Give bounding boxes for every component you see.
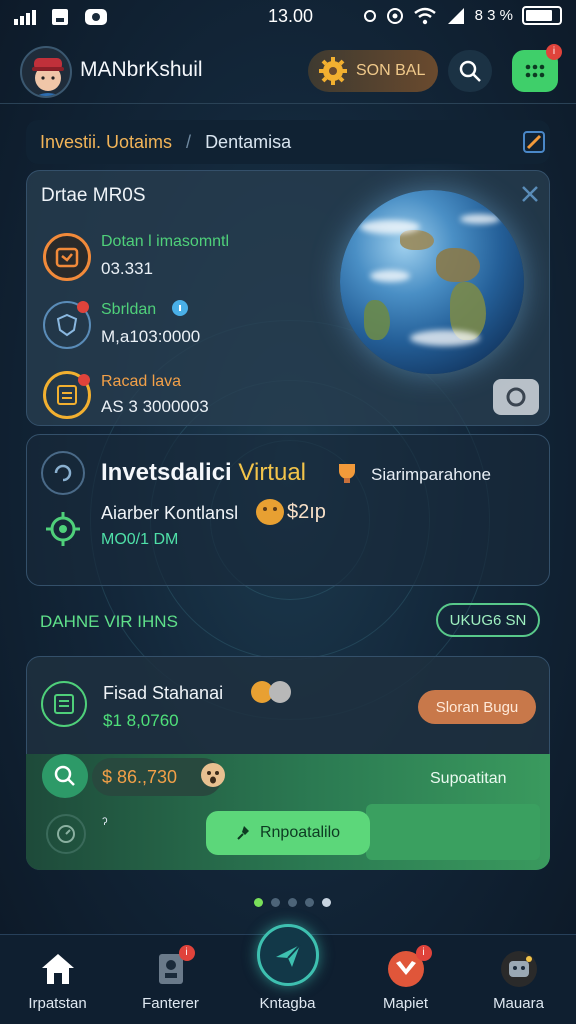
pin-icon [237,826,249,840]
app-header: MANbrKshuil SON BAL i [0,38,576,104]
apps-menu-button[interactable]: i [512,44,562,92]
nav-item-home[interactable]: Irpatstan [0,935,115,1024]
shield-badge [77,301,89,313]
pager-dots [254,898,331,907]
coin-balance-button[interactable]: SON BAL [308,50,438,92]
battery-percent: 8 3 % [474,7,513,24]
amount-value: $ 86.,730 [102,766,178,787]
shocked-emoji-icon [201,763,225,787]
notification-icon [52,9,68,25]
pager-dot-5[interactable] [322,898,331,907]
strip-panel [366,804,540,860]
small-text: ˀ [102,816,108,833]
confirm-button-label: Rnpoatalilo [259,824,341,841]
settings-gear-icon [43,509,83,549]
confirm-button[interactable]: Rnpoatalilo [206,811,370,855]
nav-center-button[interactable] [257,924,319,986]
faces-emoji-icon [251,681,291,703]
avatar[interactable] [20,46,72,98]
breadcrumb-separator: / [186,131,192,152]
home-icon [41,954,74,984]
nav-label-gifts: Mapiet [382,995,429,1012]
stat-label-1: Dotan l imasomntl [101,233,230,250]
nav-item-gifts[interactable]: i Mapiet [348,935,463,1024]
nav-label-travel: Kntagba [259,995,316,1012]
pager-dot-3[interactable] [288,898,297,907]
section-pill-button[interactable]: UKUG6 SN [436,603,540,637]
strip-label: Supoatitan [430,770,507,787]
cell-signal-icon [447,7,464,24]
invest-side-text: Siarimparahone [371,465,492,484]
amount-search-button[interactable] [42,754,88,798]
invest-subtitle-value: $2ıp [287,501,326,523]
close-icon[interactable] [519,183,541,205]
invest-title: Invetsdalici Virtual [101,459,306,487]
list-icon [41,681,87,727]
plane-icon [276,944,301,967]
status-time: 13.00 [268,6,314,26]
pager-dot-1[interactable] [254,898,263,907]
document-badge [78,374,90,386]
stat-value-2: M,a103:0000 [101,327,201,346]
stat-value-3: AS 3 3000003 [101,397,209,416]
invest-card[interactable]: Invetsdalici Virtual Siarimparahone Aiar… [26,434,550,586]
breadcrumb: Investii. Uotaims / Dentamisa [26,120,550,164]
fund-title: Fisad Stahanai [103,683,224,703]
grid-dots-icon [525,64,545,78]
wifi-icon [413,7,436,24]
edit-pencil-icon[interactable] [522,130,546,154]
fund-action-button[interactable]: Sloran Bugu [418,690,536,724]
info-drop-icon [172,300,188,316]
search-icon [459,60,481,82]
breadcrumb-item[interactable]: Dentamisa [205,132,291,153]
refresh-icon [41,451,85,495]
nav-label-profile: Fanterer [142,995,199,1012]
status-bar: 13.00 8 3 % [0,0,576,34]
nav-label-assistant: Mauara [493,995,544,1012]
invest-title-highlight: Virtual [238,459,306,486]
signal-icon [14,9,36,25]
camera-icon [85,9,107,25]
link-icon [363,9,376,22]
profile-badge: i [178,945,195,961]
earth-globe-image [340,190,524,374]
invest-metric: MO0/1 DM [101,531,179,548]
search-button[interactable] [448,50,492,92]
section-label: DAHNE VIR IHNS [40,612,178,631]
summary-title: Drtae MR0S [41,185,146,206]
invest-title-main: Invetsdalici [101,459,232,486]
history-icon[interactable] [46,814,86,854]
username: MANbrKshuil [80,58,203,81]
coin-label: SON BAL [356,62,426,79]
nav-item-profile[interactable]: i Fanterer [113,935,228,1024]
battery-icon [522,6,562,25]
stat-label-2: Sbrldan [101,301,157,318]
document-icon [43,371,91,419]
pager-dot-4[interactable] [305,898,314,907]
fund-value: $1 8,0760 [103,711,179,730]
menu-badge: i [546,44,562,60]
nav-label-home: Irpatstan [28,995,87,1012]
pager-dot-2[interactable] [271,898,280,907]
magnifier-icon [54,765,75,786]
hand-emoji-icon [256,499,284,525]
invest-subtitle: Aiarber Kontlansl [101,503,239,523]
stat-label-3: Racad lava [101,373,182,390]
gear-icon [319,57,347,85]
camera-button[interactable] [493,379,539,415]
trophy-icon [339,464,355,483]
location-icon [386,7,403,24]
breadcrumb-active[interactable]: Investii. Uotaims [40,132,172,153]
shield-icon [43,301,91,349]
robot-icon [500,951,537,987]
stat-value-1: 03.331 [101,259,153,278]
camera-lens-icon [506,387,526,407]
clock-icon [43,233,91,281]
nav-item-assistant[interactable]: Mauara [461,935,576,1024]
gifts-badge: i [415,945,432,961]
